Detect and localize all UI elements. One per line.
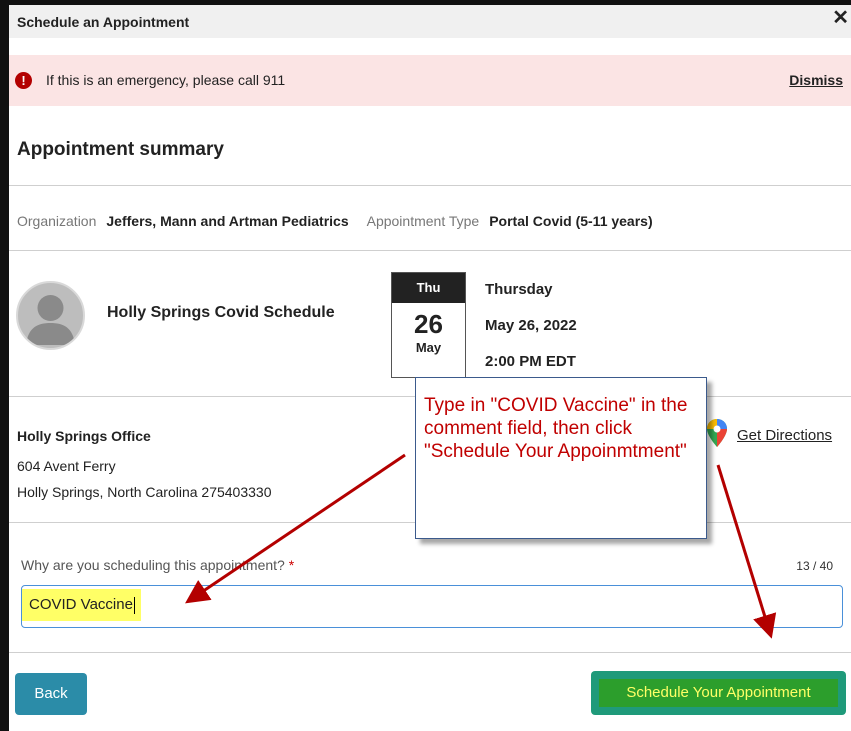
character-counter: 13 / 40 [796,559,833,573]
text-caret [133,596,135,614]
reason-question-text: Why are you scheduling this appointment? [21,557,285,573]
appointment-meta: Organization Jeffers, Mann and Artman Ped… [17,213,671,229]
dialog-titlebar: Schedule an Appointment ✕ [9,5,851,38]
arrow-to-input [185,453,406,604]
reason-input-text: COVID Vaccine [29,596,133,613]
dialog-title: Schedule an Appointment [17,14,190,30]
appointment-type-value: Portal Covid (5-11 years) [489,213,653,229]
page-title: Appointment summary [17,139,224,160]
provider-name: Holly Springs Covid Schedule [107,304,335,321]
map-pin-icon[interactable] [706,418,728,448]
required-marker: * [288,557,295,573]
get-directions-link[interactable]: Get Directions [737,427,832,444]
appointment-type-label: Appointment Type [366,213,480,229]
alert-text: If this is an emergency, please call 911 [46,72,286,88]
reason-input[interactable]: COVID Vaccine [21,585,843,628]
calendar-day-number: 26 [414,309,443,339]
instruction-callout: Type in "COVID Vaccine" in the comment f… [415,377,707,539]
appointment-time: 2:00 PM EDT [485,353,576,370]
user-avatar-icon [16,281,85,350]
organization-value: Jeffers, Mann and Artman Pediatrics [106,213,349,229]
close-icon[interactable]: ✕ [832,8,849,28]
back-button[interactable]: Back [15,673,87,715]
organization-label: Organization [17,213,97,229]
address-line-1: 604 Avent Ferry [17,458,116,474]
appointment-weekday: Thursday [485,281,553,298]
reason-input-value[interactable]: COVID Vaccine [22,589,141,621]
appointment-date: May 26, 2022 [485,317,577,334]
emergency-alert: ! If this is an emergency, please call 9… [9,55,851,106]
reason-question-label: Why are you scheduling this appointment?… [21,557,294,573]
window-frame-left [0,0,9,731]
location-name: Holly Springs Office [17,428,151,444]
schedule-appointment-button[interactable]: Schedule Your Appointment [591,671,846,715]
callout-text: Type in "COVID Vaccine" in the comment f… [424,395,688,462]
schedule-appointment-label: Schedule Your Appointment [599,679,838,707]
dismiss-link[interactable]: Dismiss [789,72,843,88]
divider [9,250,851,251]
exclamation-circle-icon: ! [15,72,32,89]
divider [9,652,851,653]
divider [9,185,851,186]
calendar-month-abbr: May [415,340,442,355]
calendar-day-abbr: Thu [392,273,465,303]
calendar-badge: Thu 26 May [391,272,466,378]
address-line-2: Holly Springs, North Carolina 275403330 [17,484,272,500]
